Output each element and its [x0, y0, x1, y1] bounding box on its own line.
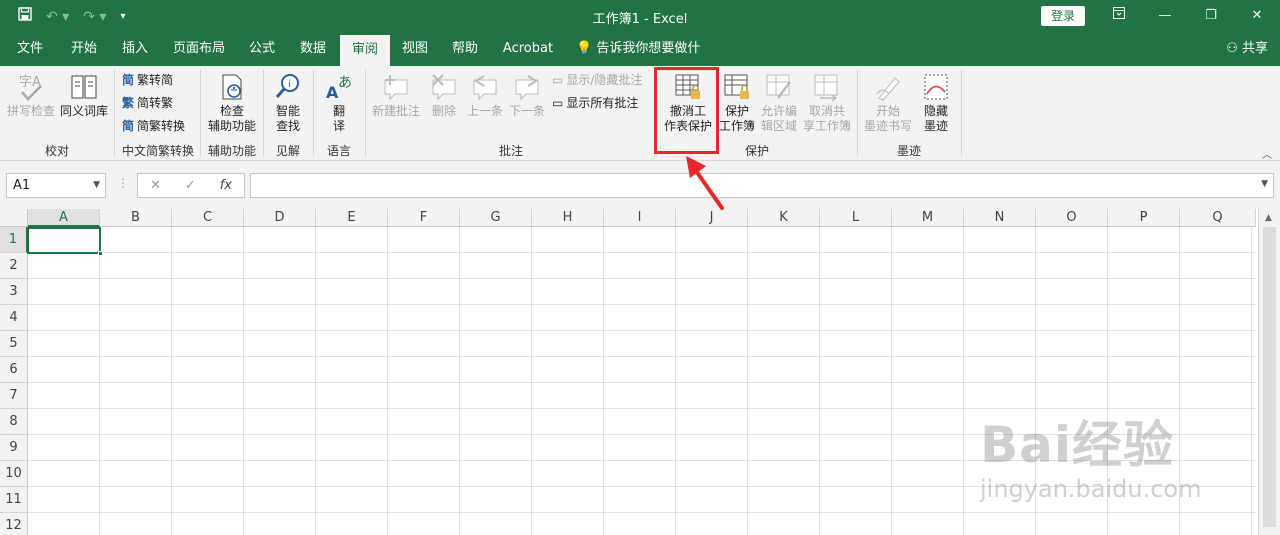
- watermark-main: Bai经验: [980, 416, 1174, 474]
- baidu-watermark: Bai经验 jingyan.baidu.com: [980, 405, 1280, 535]
- watermark-url: jingyan.baidu.com: [980, 475, 1202, 503]
